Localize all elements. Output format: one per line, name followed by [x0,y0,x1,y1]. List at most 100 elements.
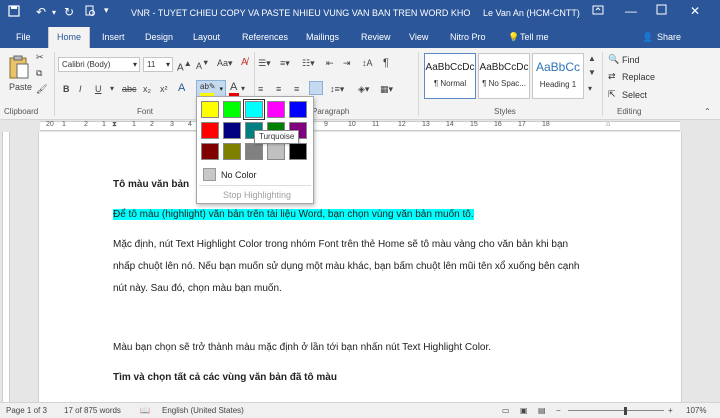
share-button[interactable]: Share [657,32,681,42]
styles-more-icon[interactable]: ▾ [588,84,592,93]
zoom-level[interactable]: 107% [686,406,706,415]
tab-design[interactable]: Design [145,32,173,42]
clear-formatting-icon[interactable]: A̸ [241,57,248,68]
undo-dropdown-icon[interactable]: ▾ [52,8,56,17]
align-center-icon[interactable]: ≡ [276,84,281,94]
font-name-combo[interactable]: Calibri (Body) ▾ [58,57,140,72]
numbering-icon[interactable]: ≡▾ [280,58,290,69]
word-count[interactable]: 17 of 875 words [64,406,121,415]
ruler-right-indent-marker[interactable]: ⌂ [606,121,610,128]
minimize-icon[interactable]: — [625,4,637,18]
line-spacing-icon[interactable]: ↕≡▾ [330,84,344,95]
bold-button[interactable]: B [63,84,70,94]
copy-icon[interactable]: ⧉ [36,68,42,79]
change-case-icon[interactable]: Aa▾ [217,58,233,69]
ruler-indent-marker[interactable]: ⧗ [112,121,117,129]
font-color-icon[interactable]: A [230,81,237,93]
style-heading-1[interactable]: AaBbCc Heading 1 [532,53,584,99]
highlight-swatch[interactable] [223,143,241,160]
maximize-icon[interactable] [656,4,667,15]
print-preview-icon[interactable] [84,5,96,17]
highlight-swatch[interactable] [223,122,241,139]
styles-scroll-down-icon[interactable]: ▼ [588,68,596,77]
italic-button[interactable]: I [79,84,82,94]
tab-nitro-pro[interactable]: Nitro Pro [450,32,486,42]
shading-icon[interactable]: ◈▾ [358,84,369,95]
decrease-indent-icon[interactable]: ⇤ [326,58,334,69]
underline-button[interactable]: U [95,84,102,94]
highlight-swatch[interactable] [267,101,285,118]
print-layout-icon[interactable]: ▣ [520,406,528,415]
replace-button[interactable]: Replace [622,72,655,82]
font-color-dropdown-icon[interactable]: ▾ [241,84,245,93]
underline-dropdown-icon[interactable]: ▾ [110,84,114,93]
collapse-ribbon-icon[interactable]: ⌃ [704,107,711,116]
highlight-swatch[interactable] [243,99,265,120]
align-left-icon[interactable]: ≡ [258,84,263,94]
show-formatting-icon[interactable]: ¶ [383,57,389,69]
document-page[interactable]: Tô màu văn bản Để tô màu (highlight) văn… [38,132,682,402]
paragraph-line: Màu bạn chọn sẽ trở thành màu mặc định ở… [113,342,492,353]
find-button[interactable]: Find [622,55,640,65]
highlight-swatch[interactable] [289,143,307,160]
style-no-spacing[interactable]: AaBbCcDc ¶ No Spac... [478,53,530,99]
highlight-swatch[interactable] [201,143,219,160]
highlight-swatch[interactable] [289,101,307,118]
highlight-dropdown-icon[interactable]: ▾ [219,85,223,93]
tab-mailings[interactable]: Mailings [306,32,339,42]
web-layout-icon[interactable]: ▤ [538,406,546,415]
ribbon-display-icon[interactable] [592,4,604,16]
shrink-font-icon[interactable]: A▼ [196,58,209,71]
tell-me-search[interactable]: Tell me [520,32,549,42]
bullets-icon[interactable]: ☰▾ [258,58,271,69]
highlight-swatch[interactable] [201,122,219,139]
tab-references[interactable]: References [242,32,288,42]
styles-scroll-up-icon[interactable]: ▲ [588,54,596,63]
tab-review[interactable]: Review [361,32,391,42]
zoom-slider-track[interactable] [568,410,664,411]
increase-indent-icon[interactable]: ⇥ [343,58,351,69]
superscript-icon[interactable]: x² [160,84,168,94]
tab-insert[interactable]: Insert [102,32,125,42]
tab-home[interactable]: Home [48,27,91,48]
close-icon[interactable]: ✕ [690,4,700,18]
proofing-icon[interactable]: 📖 [140,406,150,415]
redo-icon[interactable]: ↻ [64,5,74,19]
undo-icon[interactable]: ↶ [36,5,46,19]
zoom-in-icon[interactable]: + [668,406,673,415]
read-mode-icon[interactable]: ▭ [502,406,510,415]
tab-layout[interactable]: Layout [193,32,220,42]
sort-icon[interactable]: ↕A [362,58,373,68]
paste-button[interactable]: Paste [9,82,32,92]
highlight-swatch[interactable] [245,143,263,160]
borders-icon[interactable]: ▦▾ [380,84,393,95]
align-right-icon[interactable]: ≡ [294,84,299,94]
tab-view[interactable]: View [409,32,428,42]
page-count[interactable]: Page 1 of 3 [6,406,47,415]
highlight-swatch[interactable] [267,143,285,160]
zoom-slider-thumb[interactable] [624,407,627,415]
style-normal[interactable]: AaBbCcDc ¶ Normal [424,53,476,99]
save-icon[interactable] [8,5,20,17]
stop-highlighting-option[interactable]: Stop Highlighting [223,190,291,200]
cut-icon[interactable]: ✂ [36,52,44,63]
paste-icon[interactable] [8,54,30,80]
multilevel-list-icon[interactable]: ☷▾ [302,58,315,69]
grow-font-icon[interactable]: A▲ [177,58,192,73]
strikethrough-icon[interactable]: abc [122,84,137,94]
format-painter-icon[interactable]: 🖌 [36,84,47,95]
tab-file[interactable]: File [16,32,31,42]
select-button[interactable]: Select [622,90,647,100]
zoom-out-icon[interactable]: − [556,406,561,415]
no-color-option[interactable]: No Color [221,170,257,180]
subscript-icon[interactable]: x₂ [143,84,151,94]
highlight-swatch[interactable] [201,101,219,118]
language-indicator[interactable]: English (United States) [162,406,244,415]
heading-text: Tô màu văn bản [113,179,190,190]
justify-icon[interactable] [309,81,323,95]
user-name[interactable]: Le Van An (HCM-CNTT) [483,8,580,18]
customize-toolbar-icon[interactable]: ▾ [104,5,109,16]
highlight-swatch[interactable] [223,101,241,118]
font-size-combo[interactable]: 11 ▾ [143,57,173,72]
text-effects-icon[interactable]: A [178,82,185,94]
